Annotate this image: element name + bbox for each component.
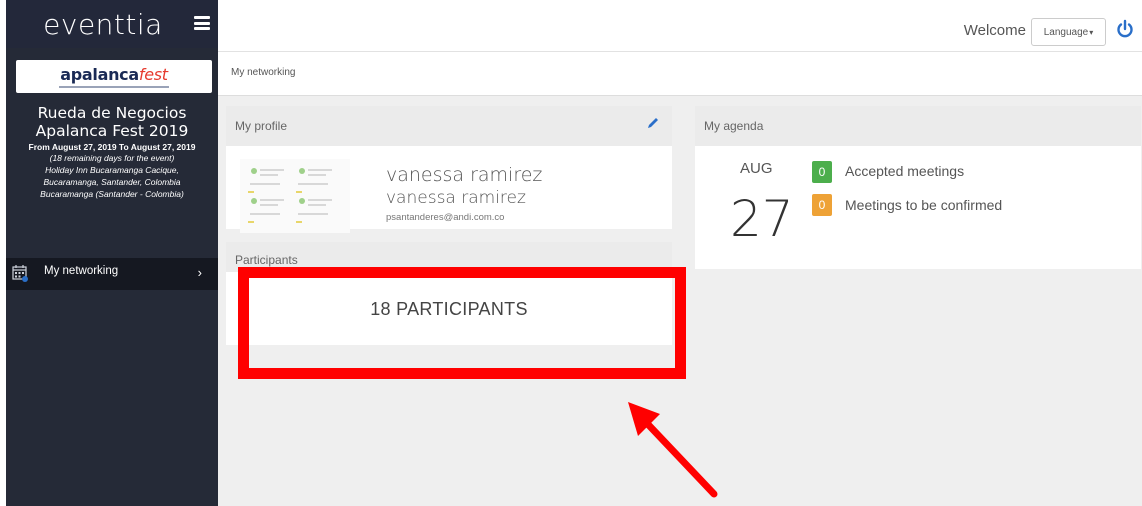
- event-address: Bucaramanga, Santander, Colombia: [43, 177, 181, 187]
- event-title-line2: Apalanca Fest 2019: [35, 122, 189, 140]
- agenda-day: 27: [730, 190, 794, 248]
- brand-logo[interactable]: eventtia: [43, 8, 163, 41]
- annotation-highlight-box: [238, 267, 686, 379]
- calendar-icon: [12, 265, 28, 282]
- sidebar-item-label: My networking: [44, 265, 119, 277]
- accepted-meetings-badge[interactable]: 0: [812, 161, 832, 183]
- brand-bar: eventtia: [6, 0, 218, 48]
- participants-card-title: Participants: [235, 253, 298, 267]
- event-dates: From August 27, 2019 To August 27, 2019: [28, 142, 196, 152]
- agenda-card-title: My agenda: [704, 119, 764, 133]
- event-venue: Holiday Inn Bucaramanga Cacique,: [45, 165, 179, 175]
- pending-meetings-label[interactable]: Meetings to be confirmed: [845, 197, 1002, 213]
- welcome-text: Welcome: [963, 22, 1026, 39]
- power-icon[interactable]: [1114, 18, 1136, 40]
- profile-card-header: My profile: [226, 106, 672, 146]
- sidebar: eventtia apalancafest Rueda de Negocios …: [6, 0, 218, 506]
- profile-badge-thumbnail: [240, 159, 350, 233]
- pending-meetings-badge[interactable]: 0: [812, 194, 832, 216]
- breadcrumb: My networking: [218, 52, 1142, 96]
- profile-company: vanessa ramirez: [386, 188, 526, 208]
- top-bar: Welcome Language ▾: [218, 0, 1142, 52]
- language-label: Language: [1043, 26, 1089, 38]
- event-logo-text: apalancafest: [60, 65, 168, 84]
- agenda-card: My agenda AUG 27 0 Accepted meetings 0 M…: [695, 106, 1141, 269]
- language-dropdown[interactable]: Language ▾: [1031, 18, 1106, 46]
- event-remaining: (18 remaining days for the event): [49, 153, 175, 163]
- profile-card-title: My profile: [235, 119, 288, 133]
- event-info: Rueda de Negocios Apalanca Fest 2019 Fro…: [6, 104, 218, 200]
- accepted-meetings-label[interactable]: Accepted meetings: [845, 163, 964, 179]
- agenda-month: AUG: [740, 160, 773, 177]
- caret-down-icon: ▾: [1089, 27, 1094, 37]
- annotation-arrow-icon: [628, 402, 718, 498]
- chevron-right-icon: ›: [197, 265, 202, 280]
- event-city: Bucaramanga (Santander - Colombia): [40, 189, 184, 199]
- event-logo: apalancafest: [16, 60, 212, 93]
- event-title-line1: Rueda de Negocios: [37, 104, 187, 122]
- profile-email: psantanderes@andi.com.co: [386, 212, 505, 223]
- hamburger-icon[interactable]: [194, 16, 210, 30]
- profile-name: vanessa ramirez: [386, 164, 543, 186]
- sidebar-item-my-networking[interactable]: My networking ›: [6, 258, 218, 290]
- pencil-icon[interactable]: [646, 116, 660, 130]
- breadcrumb-current: My networking: [231, 67, 296, 78]
- agenda-card-header: My agenda: [695, 106, 1141, 146]
- profile-card: My profile vanessa ramirez vanessa ramir…: [226, 106, 672, 233]
